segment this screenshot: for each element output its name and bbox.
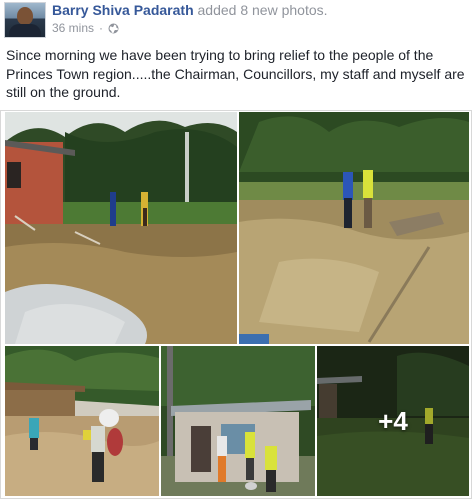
author-avatar[interactable] — [4, 2, 46, 38]
photo-officials-in-mud[interactable] — [239, 112, 469, 344]
post-action-text: added 8 new photos. — [197, 2, 328, 18]
post-meta: 36 mins · — [52, 21, 119, 35]
more-photos-count[interactable]: +4 — [317, 346, 469, 496]
author-line: Barry Shiva Padarath added 8 new photos. — [52, 2, 328, 18]
photo-more-photos[interactable]: +4 — [317, 346, 469, 496]
photo-wading-floodwater[interactable] — [5, 346, 159, 496]
meta-separator: · — [99, 21, 104, 35]
post-text: Since morning we have been trying to bri… — [6, 47, 465, 100]
facebook-post: Barry Shiva Padarath added 8 new photos.… — [0, 0, 474, 500]
post-header: Barry Shiva Padarath added 8 new photos.… — [0, 0, 474, 40]
photo-house-relief[interactable] — [161, 346, 315, 496]
post-timestamp[interactable]: 36 mins — [52, 21, 94, 35]
author-name-link[interactable]: Barry Shiva Padarath — [52, 2, 194, 18]
photo-flooded-yard[interactable] — [5, 112, 237, 344]
globe-icon[interactable] — [108, 23, 119, 34]
